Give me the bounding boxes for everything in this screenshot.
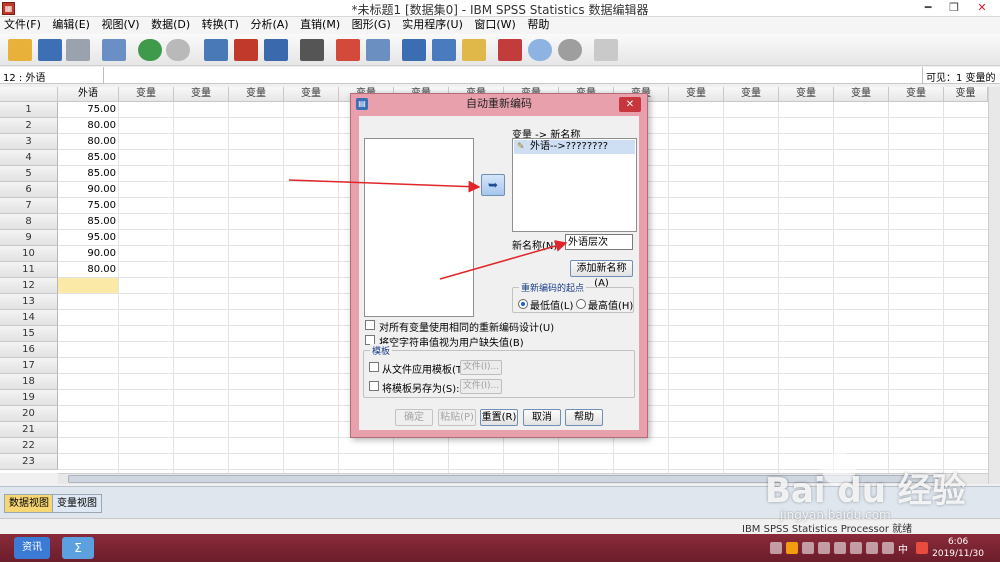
watermark-url: jingyan.baidu.com <box>780 508 891 522</box>
sogou-ime-icon[interactable] <box>916 542 928 554</box>
tray-app-icon[interactable] <box>786 542 798 554</box>
ime-indicator[interactable]: 中 <box>898 541 908 556</box>
tray-app-icon[interactable] <box>882 542 894 554</box>
tray-app-icon[interactable] <box>834 542 846 554</box>
network-icon[interactable] <box>850 542 862 554</box>
windows-taskbar: 资讯 Σ 中 6:06 2019/11/30 <box>0 534 1000 562</box>
clock-date: 2019/11/30 <box>932 549 984 559</box>
processor-status: IBM SPSS Statistics Processor 就绪 <box>742 524 913 535</box>
tray-app-icon[interactable] <box>818 542 830 554</box>
volume-icon[interactable] <box>866 542 878 554</box>
spss-task-button[interactable]: Σ <box>62 537 94 559</box>
tab-variable-view[interactable]: 变量视图 <box>52 494 102 513</box>
baidu-watermark: Bai du 经验 <box>765 471 966 511</box>
arrow-to-new-name <box>439 240 568 280</box>
tab-data-view[interactable]: 数据视图 <box>4 494 54 513</box>
arrow-to-move-button <box>288 179 481 193</box>
tray-app-icon[interactable] <box>802 542 814 554</box>
tray-up-icon[interactable] <box>770 542 782 554</box>
system-clock[interactable]: 6:06 2019/11/30 <box>932 536 984 560</box>
news-app-button[interactable]: 资讯 <box>14 537 50 559</box>
clock-time: 6:06 <box>947 537 969 547</box>
